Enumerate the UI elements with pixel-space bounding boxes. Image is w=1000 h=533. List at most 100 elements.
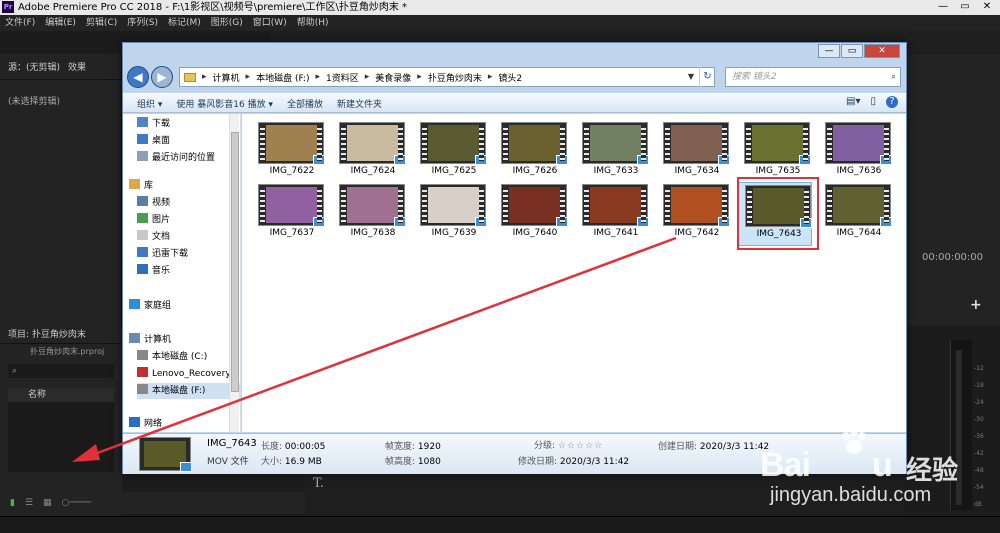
file-item[interactable]: IMG_7639 (414, 182, 488, 240)
zoom-slider[interactable]: ○──── (62, 498, 92, 508)
address-dropdown-icon[interactable]: ▼ (688, 72, 694, 81)
video-thumbnail (339, 122, 406, 165)
nav-item-music[interactable]: 音乐 (137, 263, 241, 279)
breadcrumb-item[interactable]: 扑豆角炒肉末 (428, 71, 482, 84)
type-tool-icon[interactable]: T. (313, 476, 324, 491)
breadcrumb-item[interactable]: 本地磁盘 (F:) (256, 71, 309, 84)
rating-stars[interactable]: ☆☆☆☆☆ (558, 441, 603, 451)
help-icon[interactable]: ? (886, 96, 898, 108)
nav-item-downloads[interactable]: 下载 (137, 116, 241, 132)
nav-item-drive-c[interactable]: 本地磁盘 (C:) (137, 349, 241, 365)
file-item[interactable]: IMG_7637 (252, 182, 326, 240)
menu-window[interactable]: 窗口(W) (248, 15, 292, 31)
view-options-icon[interactable]: ▤▾ (846, 96, 860, 108)
menu-edit[interactable]: 编辑(E) (40, 15, 81, 31)
menu-graphics[interactable]: 图形(G) (206, 15, 248, 31)
breadcrumb-item[interactable]: 镜头2 (498, 71, 522, 84)
nav-item-pictures[interactable]: 图片 (137, 212, 241, 228)
nav-item-thunder[interactable]: 迅雷下载 (137, 246, 241, 262)
file-name-label: IMG_7639 (431, 228, 477, 238)
breadcrumb-item[interactable]: 1资料区 (326, 71, 359, 84)
icon-view-icon[interactable]: ▦ (43, 498, 52, 508)
menu-help[interactable]: 帮助(H) (292, 15, 334, 31)
list-view-icon[interactable]: ☰ (25, 498, 33, 508)
nav-scrollbar-thumb[interactable] (231, 132, 239, 392)
meter-label: -36 (974, 433, 984, 440)
nav-item-documents[interactable]: 文档 (137, 229, 241, 245)
project-list[interactable] (8, 402, 114, 472)
video-thumbnail (744, 122, 811, 165)
folder-search-input[interactable]: 搜索 镜头2 ⌕ (725, 67, 901, 87)
nav-item-videos[interactable]: 视频 (137, 195, 241, 211)
file-item[interactable]: IMG_7634 (657, 120, 731, 178)
nav-item-recent[interactable]: 最近访问的位置 (137, 150, 241, 166)
file-item[interactable]: IMG_7633 (576, 120, 650, 178)
premiere-logo-icon: Pr (2, 1, 14, 13)
close-icon[interactable]: ✕ (976, 0, 998, 15)
file-name-label: IMG_7625 (431, 166, 477, 176)
selection-highlight-box (737, 177, 819, 250)
column-header-name[interactable]: 名称 (8, 388, 114, 402)
file-name-label: IMG_7634 (674, 166, 720, 176)
play-all-button[interactable]: 全部播放 (287, 97, 323, 110)
dialog-minimize-icon[interactable]: — (818, 44, 840, 58)
add-button[interactable]: + (970, 297, 982, 313)
file-item[interactable]: IMG_7635 (738, 120, 812, 178)
nav-item-drive-f[interactable]: 本地磁盘 (F:) (137, 383, 241, 399)
tab-project[interactable]: 项目: 扑豆角炒肉末 (0, 326, 122, 344)
lock-icon[interactable]: ▮ (10, 498, 15, 508)
new-folder-button[interactable]: 新建文件夹 (337, 97, 382, 110)
file-item[interactable]: IMG_7642 (657, 182, 731, 240)
status-bar (0, 516, 1000, 533)
navigation-row: ◀ ▶ ▸ 计算机 ▸ 本地磁盘 (F:) ▸ 1资料区 ▸ 美食录像 ▸ 扑豆… (127, 65, 904, 91)
window-title: Adobe Premiere Pro CC 2018 - F:\1影视区\视频号… (18, 2, 408, 13)
breadcrumb-item[interactable]: 美食录像 (375, 71, 411, 84)
file-item[interactable]: IMG_7640 (495, 182, 569, 240)
menu-marker[interactable]: 标记(M) (163, 15, 206, 31)
search-icon[interactable]: ⌕ (891, 68, 896, 86)
address-bar[interactable]: ▸ 计算机 ▸ 本地磁盘 (F:) ▸ 1资料区 ▸ 美食录像 ▸ 扑豆角炒肉末… (179, 67, 715, 87)
file-item[interactable]: IMG_7636 (819, 120, 893, 178)
file-item[interactable]: IMG_7644 (819, 182, 893, 240)
explorer-toolbar: 组织 ▾ 使用 暴风影音16 播放 ▾ 全部播放 新建文件夹 ▤▾ ▯ ? (123, 93, 906, 113)
dialog-maximize-icon[interactable]: ▭ (841, 44, 863, 58)
video-thumbnail (582, 122, 649, 165)
meter-label: -18 (974, 382, 984, 389)
maximize-icon[interactable]: ▭ (954, 0, 976, 15)
organize-button[interactable]: 组织 ▾ (137, 97, 162, 110)
menu-clip[interactable]: 剪辑(C) (81, 15, 122, 31)
nav-item-lenovo-recovery[interactable]: Lenovo_Recovery (137, 366, 241, 382)
dialog-close-icon[interactable]: ✕ (864, 44, 900, 58)
tab-source[interactable]: 源：(无剪辑) (8, 60, 60, 73)
file-name-label: IMG_7640 (512, 228, 558, 238)
nav-scrollbar[interactable] (229, 114, 239, 432)
forward-icon[interactable]: ▶ (151, 66, 173, 88)
breadcrumb-item[interactable]: 计算机 (213, 71, 240, 84)
open-with-button[interactable]: 使用 暴风影音16 播放 ▾ (176, 97, 273, 110)
project-search-input[interactable]: ⌕ (8, 364, 114, 378)
menu-sequence[interactable]: 序列(S) (122, 15, 163, 31)
file-item[interactable]: IMG_7638 (333, 182, 407, 240)
tab-effects[interactable]: 效果 (68, 60, 86, 73)
thumbnail-image (590, 187, 642, 223)
nav-item-homegroup[interactable]: 家庭组 (129, 298, 233, 314)
audio-meter-bar (956, 350, 962, 505)
nav-item-desktop[interactable]: 桌面 (137, 133, 241, 149)
computer-icon (129, 333, 140, 343)
nav-item-network[interactable]: 网络 (129, 416, 233, 432)
nav-item-libraries[interactable]: 库 (129, 178, 233, 194)
detail-size: 大小: 16.9 MB (261, 457, 322, 467)
file-item[interactable]: IMG_7641 (576, 182, 650, 240)
menu-file[interactable]: 文件(F) (0, 15, 40, 31)
back-icon[interactable]: ◀ (127, 66, 149, 88)
file-item[interactable]: IMG_7624 (333, 120, 407, 178)
file-item[interactable]: IMG_7625 (414, 120, 488, 178)
nav-item-computer[interactable]: 计算机 (129, 332, 233, 348)
file-item[interactable]: IMG_7626 (495, 120, 569, 178)
refresh-icon[interactable]: ↻ (699, 67, 715, 87)
preview-pane-icon[interactable]: ▯ (870, 96, 876, 108)
video-thumbnail (258, 184, 325, 227)
minimize-icon[interactable]: — (932, 0, 954, 15)
search-icon: ⌕ (12, 366, 18, 376)
file-item[interactable]: IMG_7622 (252, 120, 326, 178)
